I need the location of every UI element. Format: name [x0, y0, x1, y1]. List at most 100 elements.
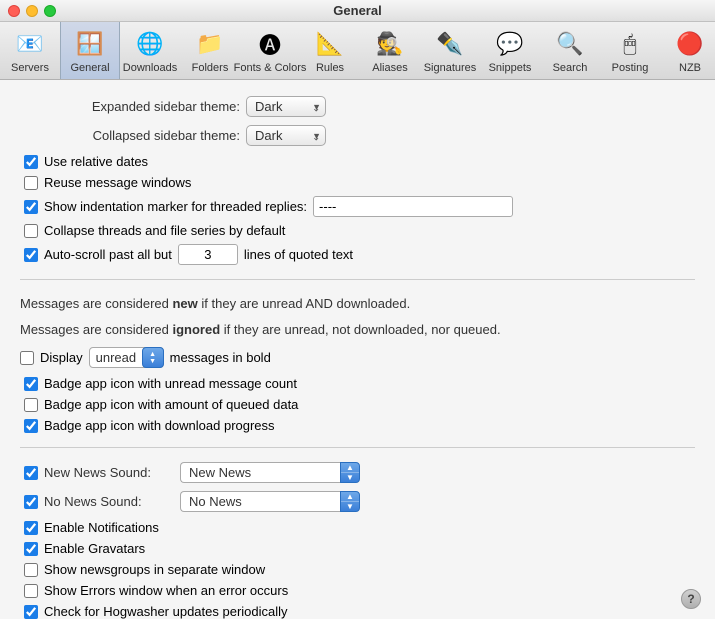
no-news-sound-row: No News Sound: New News No News Basso Bl…: [20, 491, 695, 512]
toolbar-item-rules[interactable]: 📐 Rules: [300, 22, 360, 79]
close-button[interactable]: [8, 5, 20, 17]
minimize-button[interactable]: [26, 5, 38, 17]
enable-notifications-checkbox[interactable]: [24, 521, 38, 535]
badge-download-row: Badge app icon with download progress: [20, 418, 695, 433]
no-news-sound-select-wrapper: New News No News Basso Blow Bottle Frog …: [180, 491, 360, 512]
toolbar-item-search[interactable]: 🔍 Search: [540, 22, 600, 79]
relative-dates-label: Use relative dates: [44, 154, 148, 169]
toolbar-label-servers: Servers: [11, 62, 49, 74]
toolbar-label-downloads: Downloads: [123, 62, 177, 74]
no-news-sound-checkbox[interactable]: [24, 495, 38, 509]
signatures-icon: ✒️: [434, 28, 466, 60]
badge-unread-checkbox[interactable]: [24, 377, 38, 391]
no-news-sound-label: No News Sound:: [44, 494, 174, 509]
new-news-stepper-up: ▲: [341, 463, 359, 473]
no-news-sound-select[interactable]: New News No News Basso Blow Bottle Frog: [180, 491, 340, 512]
new-news-sound-label: New News Sound:: [44, 465, 174, 480]
enable-gravatars-label: Enable Gravatars: [44, 541, 145, 556]
toolbar-item-nzb[interactable]: 🔴 NZB: [660, 22, 715, 79]
general-icon: 🪟: [74, 28, 106, 60]
expanded-sidebar-label: Expanded sidebar theme:: [20, 99, 240, 114]
divider-1: [20, 279, 695, 280]
show-newsgroups-label: Show newsgroups in separate window: [44, 562, 265, 577]
collapsed-sidebar-row: Collapsed sidebar theme: Dark Light Auto…: [20, 125, 695, 146]
expanded-sidebar-select[interactable]: Dark Light Auto: [246, 96, 326, 117]
badge-download-checkbox[interactable]: [24, 419, 38, 433]
traffic-lights: [8, 5, 56, 17]
enable-notifications-label: Enable Notifications: [44, 520, 159, 535]
collapse-threads-checkbox[interactable]: [24, 224, 38, 238]
show-errors-checkbox[interactable]: [24, 584, 38, 598]
toolbar-item-general[interactable]: 🪟 General: [60, 22, 120, 79]
toolbar-item-aliases[interactable]: 🕵 Aliases: [360, 22, 420, 79]
toolbar-label-posting: Posting: [612, 62, 649, 74]
check-updates-row: Check for Hogwasher updates periodically: [20, 604, 695, 619]
display-label: Display: [40, 350, 83, 365]
collapsed-sidebar-select[interactable]: Dark Light Auto: [246, 125, 326, 146]
display-bold-row: Display unread read all messages in bold: [20, 347, 695, 368]
toolbar-label-aliases: Aliases: [372, 62, 407, 74]
check-updates-checkbox[interactable]: [24, 605, 38, 619]
toolbar-item-servers[interactable]: 📧 Servers: [0, 22, 60, 79]
badge-unread-row: Badge app icon with unread message count: [20, 376, 695, 391]
folders-icon: 📁: [194, 28, 226, 60]
maximize-button[interactable]: [44, 5, 56, 17]
new-news-sound-select[interactable]: New News No News Basso Blow Bottle Frog: [180, 462, 340, 483]
toolbar-label-folders: Folders: [192, 62, 229, 74]
display-suffix: messages in bold: [170, 350, 271, 365]
display-bold-checkbox[interactable]: [20, 351, 34, 365]
toolbar-label-snippets: Snippets: [489, 62, 532, 74]
relative-dates-row: Use relative dates: [20, 154, 695, 169]
downloads-icon: 🌐: [134, 28, 166, 60]
new-news-sound-checkbox[interactable]: [24, 466, 38, 480]
toolbar: 📧 Servers 🪟 General 🌐 Downloads 📁 Folder…: [0, 22, 715, 80]
new-news-sound-stepper[interactable]: ▲ ▼: [340, 462, 360, 483]
toolbar-item-folders[interactable]: 📁 Folders: [180, 22, 240, 79]
settings-content: Expanded sidebar theme: Dark Light Auto …: [0, 80, 715, 619]
no-news-sound-stepper[interactable]: ▲ ▼: [340, 491, 360, 512]
window-title: General: [333, 3, 381, 18]
toolbar-label-general: General: [70, 62, 109, 74]
enable-gravatars-row: Enable Gravatars: [20, 541, 695, 556]
badge-queued-checkbox[interactable]: [24, 398, 38, 412]
nzb-icon: 🔴: [674, 28, 706, 60]
search-icon: 🔍: [554, 28, 586, 60]
indentation-marker-label: Show indentation marker for threaded rep…: [44, 199, 307, 214]
reuse-windows-checkbox[interactable]: [24, 176, 38, 190]
indentation-value-input[interactable]: [313, 196, 513, 217]
auto-scroll-checkbox[interactable]: [24, 248, 38, 262]
display-select-wrapper: unread read all: [89, 347, 164, 368]
show-errors-label: Show Errors window when an error occurs: [44, 583, 288, 598]
expanded-sidebar-select-wrapper: Dark Light Auto ▼: [246, 96, 326, 117]
aliases-icon: 🕵: [374, 28, 406, 60]
toolbar-label-search: Search: [553, 62, 588, 74]
new-news-stepper-down: ▼: [341, 473, 359, 482]
relative-dates-checkbox[interactable]: [24, 155, 38, 169]
divider-2: [20, 447, 695, 448]
display-select[interactable]: unread read all: [89, 347, 164, 368]
toolbar-item-posting[interactable]: 🖱 Posting: [600, 22, 660, 79]
expanded-sidebar-row: Expanded sidebar theme: Dark Light Auto …: [20, 96, 695, 117]
show-errors-row: Show Errors window when an error occurs: [20, 583, 695, 598]
toolbar-item-downloads[interactable]: 🌐 Downloads: [120, 22, 180, 79]
rules-icon: 📐: [314, 28, 346, 60]
new-news-sound-row: New News Sound: New News No News Basso B…: [20, 462, 695, 483]
no-news-stepper-down: ▼: [341, 502, 359, 511]
servers-icon: 📧: [14, 28, 46, 60]
collapse-threads-row: Collapse threads and file series by defa…: [20, 223, 695, 238]
toolbar-item-fonts-colors[interactable]: 🅐 Fonts & Colors: [240, 22, 300, 79]
collapsed-sidebar-label: Collapsed sidebar theme:: [20, 128, 240, 143]
indentation-marker-checkbox[interactable]: [24, 200, 38, 214]
show-newsgroups-checkbox[interactable]: [24, 563, 38, 577]
help-button[interactable]: ?: [681, 589, 701, 609]
title-bar: General: [0, 0, 715, 22]
auto-scroll-value-input[interactable]: [178, 244, 238, 265]
toolbar-label-nzb: NZB: [679, 62, 701, 74]
snippets-icon: 💬: [494, 28, 526, 60]
enable-gravatars-checkbox[interactable]: [24, 542, 38, 556]
reuse-windows-label: Reuse message windows: [44, 175, 191, 190]
toolbar-item-snippets[interactable]: 💬 Snippets: [480, 22, 540, 79]
show-newsgroups-row: Show newsgroups in separate window: [20, 562, 695, 577]
enable-notifications-row: Enable Notifications: [20, 520, 695, 535]
toolbar-item-signatures[interactable]: ✒️ Signatures: [420, 22, 480, 79]
